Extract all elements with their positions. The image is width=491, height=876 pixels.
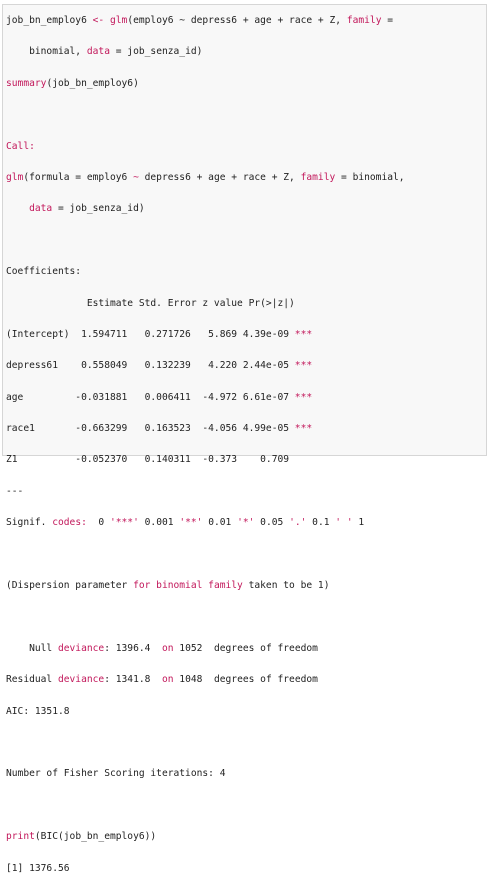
coef-row: age -0.031881 0.006411 -4.972 6.61e-07 *… [6, 390, 405, 406]
code-text: Residual [6, 674, 58, 686]
dispersion-line: (Dispersion parameter for binomial famil… [6, 578, 405, 594]
code-text: 0.1 [306, 517, 336, 529]
keyword: on [161, 674, 174, 686]
keyword: for [133, 580, 151, 592]
print-bic-line: print(BIC(job_bn_employ6)) [6, 829, 405, 845]
fisher-scoring-line: Number of Fisher Scoring iterations: 4 [6, 768, 226, 780]
function-name: BIC [40, 831, 58, 843]
keyword: deviance [57, 642, 105, 654]
coef-values: race1 -0.663299 0.163523 -4.056 4.99e-05 [6, 423, 295, 435]
code-text: Signif. [6, 517, 53, 529]
signif-stars: *** [294, 360, 313, 372]
bic-result-line: [1] 1376.56 [6, 862, 70, 874]
call-line: glm(formula = employ6 ~ depress6 + age +… [6, 170, 405, 186]
signif-string: '.' [289, 517, 307, 529]
code-text: 1 [352, 517, 365, 529]
code-text: 0.001 [138, 517, 180, 529]
code-text: (Dispersion parameter [6, 580, 134, 592]
aic-line: AIC: 1351.8 [6, 705, 70, 717]
code-line-glm-assign: job_bn_employ6 <- glm(employ6 ~ depress6… [6, 13, 405, 29]
argument-name: family [346, 15, 382, 26]
assign-operator: <- [92, 15, 105, 26]
coef-row: (Intercept) 1.594711 0.271726 5.869 4.39… [6, 327, 405, 343]
call-heading: Call: [6, 140, 35, 152]
coef-row: Z1 -0.052370 0.140311 -0.373 0.709 [6, 452, 405, 468]
signif-string: '*' [237, 517, 255, 529]
coef-table-header: Estimate Std. Error z value Pr(>|z|) [6, 297, 295, 309]
residual-deviance-line: Residual deviance: 1341.8 on 1048 degree… [6, 672, 405, 688]
code-text: (employ6 ~ depress6 + age + race + Z, [127, 15, 347, 26]
null-deviance-line: Null deviance: 1396.4 on 1052 degrees of… [6, 641, 405, 657]
r-code-block: job_bn_employ6 <- glm(employ6 ~ depress6… [6, 13, 405, 876]
coef-values: depress61 0.558049 0.132239 4.220 2.44e-… [6, 360, 295, 372]
code-text: 0.01 [202, 517, 238, 529]
code-text: taken to be 1) [242, 580, 330, 592]
function-name: print [6, 831, 35, 843]
signif-string: '***' [109, 517, 139, 529]
code-text: : 1341.8 [104, 674, 162, 686]
code-text: job_bn_employ6 [6, 15, 93, 26]
keyword: family [208, 580, 243, 592]
code-text: = binomial, [335, 171, 405, 183]
coef-values: (Intercept) 1.594711 0.271726 5.869 4.39… [6, 328, 295, 340]
coef-row: depress61 0.558049 0.132239 4.220 2.44e-… [6, 358, 405, 374]
argument-name: family [300, 171, 336, 183]
code-text: depress6 + age + race + Z, [138, 171, 301, 183]
signif-stars: *** [294, 423, 313, 435]
signif-codes-line: Signif. codes: 0 '***' 0.001 '**' 0.01 '… [6, 515, 405, 531]
code-text: 1048 degrees of freedom [173, 674, 318, 686]
code-text: 0 [86, 517, 110, 529]
signif-stars: *** [294, 391, 313, 403]
code-text: = job_senza_id) [52, 203, 145, 215]
code-text: (formula = employ6 [23, 171, 134, 183]
code-line-summary: summary(job_bn_employ6) [6, 76, 405, 92]
coef-row: race1 -0.663299 0.163523 -4.056 4.99e-05… [6, 421, 405, 437]
argument-name: data [86, 46, 110, 58]
separator-dashes: --- [6, 485, 24, 497]
code-text: = job_senza_id) [109, 46, 203, 58]
function-name: glm [109, 15, 128, 26]
code-text: 0.05 [254, 517, 290, 529]
code-text: binomial, [6, 46, 87, 58]
code-text: (job_bn_employ6)) [58, 831, 157, 843]
r-console-output-panel: job_bn_employ6 <- glm(employ6 ~ depress6… [2, 4, 487, 874]
code-text: : 1396.4 [104, 642, 162, 654]
signif-codes-label: codes: [52, 517, 87, 529]
code-text: (job_bn_employ6) [46, 77, 139, 89]
code-line-glm-cont: binomial, data = job_senza_id) [6, 44, 405, 60]
signif-string: '**' [179, 517, 203, 529]
call-label: Call: [6, 139, 405, 155]
function-name: glm [6, 171, 24, 183]
coef-values: age -0.031881 0.006411 -4.972 6.61e-07 [6, 391, 295, 403]
keyword: on [161, 642, 174, 654]
signif-string: ' ' [335, 517, 353, 529]
code-text: 1052 degrees of freedom [173, 642, 318, 654]
keyword: binomial [150, 580, 209, 592]
function-name: summary [6, 77, 47, 89]
call-line-cont: data = job_senza_id) [6, 201, 405, 217]
keyword: deviance [57, 674, 105, 686]
signif-stars: *** [294, 328, 313, 340]
code-text: Null [6, 642, 58, 654]
coefficients-heading: Coefficients: [6, 266, 82, 278]
code-text: = [381, 15, 394, 26]
argument-name: data [29, 203, 53, 215]
